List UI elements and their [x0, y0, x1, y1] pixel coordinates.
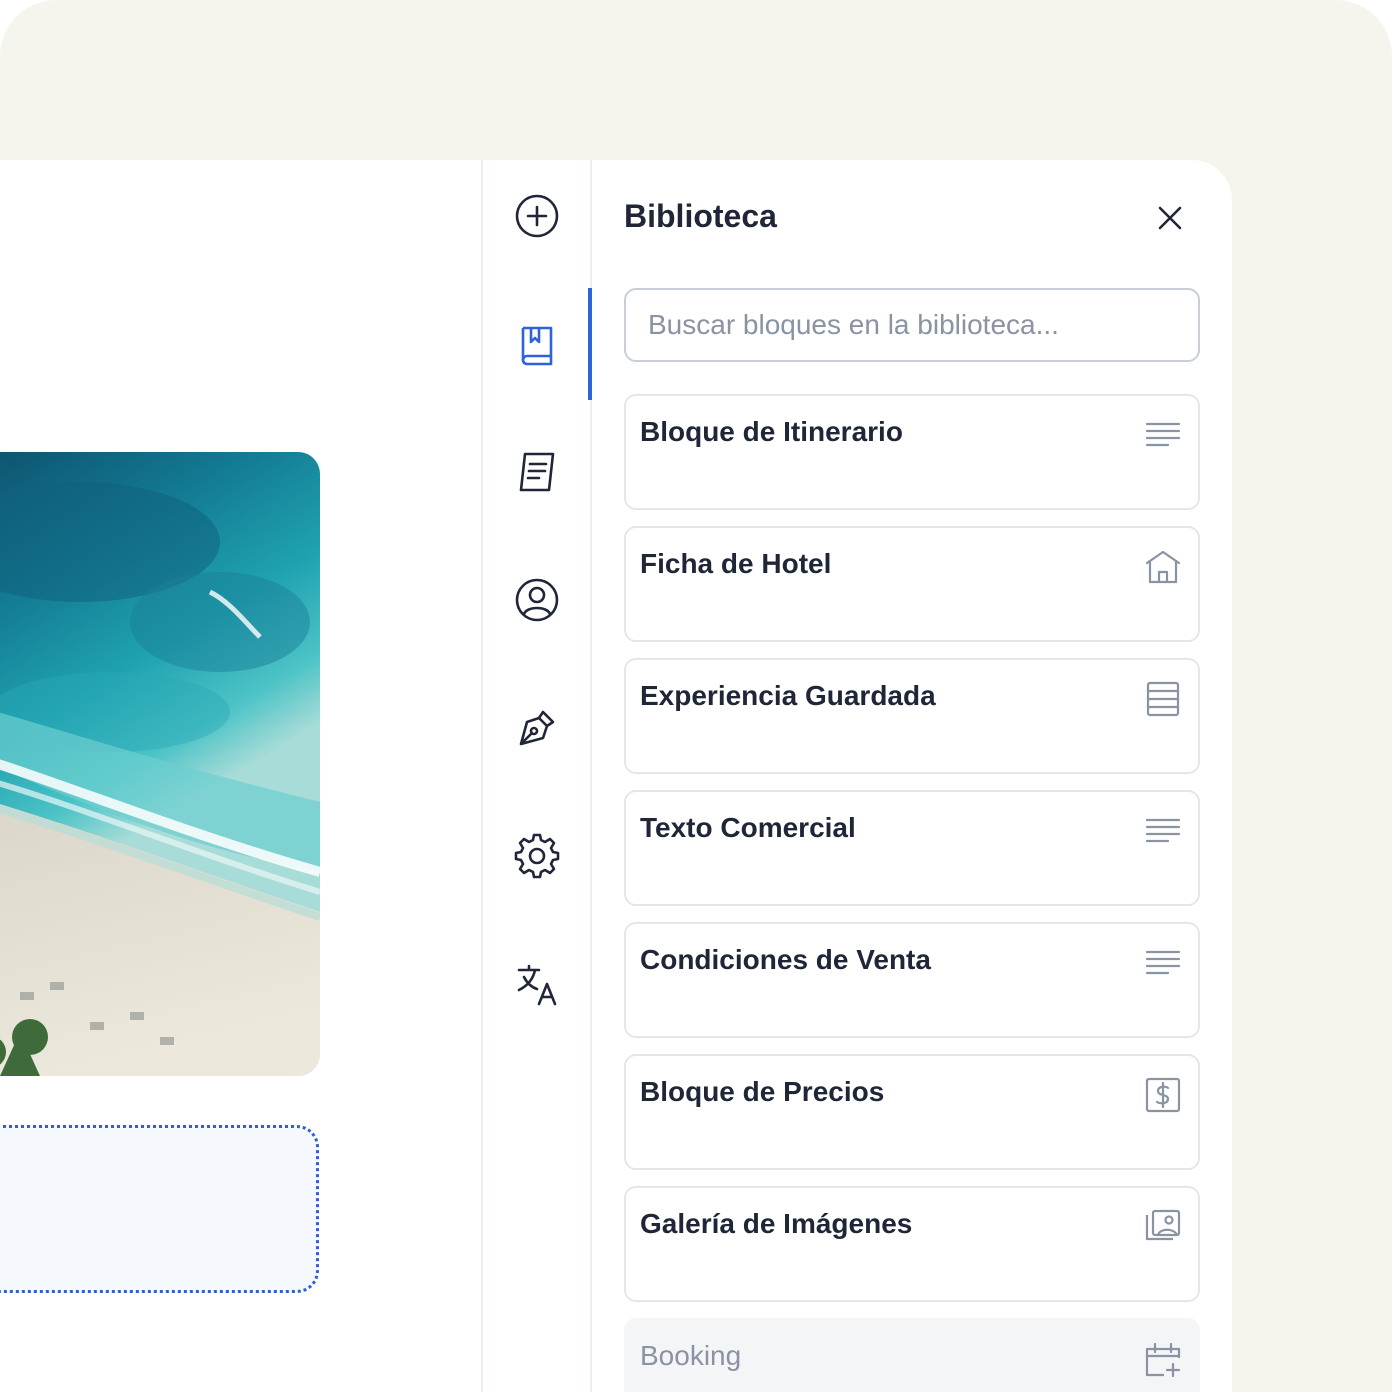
design-button[interactable] [483, 680, 590, 776]
translate-icon [517, 964, 556, 1006]
block-dropzone[interactable] [0, 1125, 319, 1293]
user-circle-icon [515, 578, 558, 622]
add-block-button[interactable] [483, 168, 590, 264]
library-panel: Biblioteca Bloque de Itinerario Ficha de… [592, 160, 1232, 1392]
block-label: Booking [640, 1340, 742, 1371]
list-table-icon [1144, 680, 1182, 718]
library-block-item[interactable]: Ficha de Hotel [624, 526, 1200, 642]
hotel-icon [1144, 548, 1182, 586]
library-block-item[interactable]: Texto Comercial [624, 790, 1200, 906]
price-dollar-icon [1144, 1076, 1182, 1114]
tool-rail [481, 160, 592, 1392]
close-icon [1158, 206, 1182, 230]
image-gallery-icon [1144, 1208, 1182, 1246]
library-block-item-disabled[interactable]: Booking [624, 1318, 1200, 1392]
block-label: Experiencia Guardada [640, 680, 936, 711]
document-icon [519, 452, 554, 492]
gear-icon [514, 833, 559, 879]
beach-image[interactable] [0, 452, 320, 1076]
close-panel-button[interactable] [1150, 198, 1190, 238]
app-window: Biblioteca Bloque de Itinerario Ficha de… [0, 160, 1232, 1392]
pen-nib-icon [519, 710, 554, 746]
library-block-item[interactable]: Condiciones de Venta [624, 922, 1200, 1038]
library-block-item[interactable]: Galería de Imágenes [624, 1186, 1200, 1302]
library-button[interactable] [483, 296, 590, 392]
block-label: Condiciones de Venta [640, 944, 931, 975]
pages-button[interactable] [483, 424, 590, 520]
library-block-item[interactable]: Bloque de Precios [624, 1054, 1200, 1170]
block-label: Bloque de Precios [640, 1076, 885, 1107]
book-icon [521, 326, 552, 366]
text-lines-icon [1144, 944, 1182, 982]
translate-button[interactable] [483, 936, 590, 1032]
plus-circle-icon [515, 194, 558, 238]
profile-button[interactable] [483, 552, 590, 648]
block-label: Galería de Imágenes [640, 1208, 913, 1239]
block-label: Ficha de Hotel [640, 548, 832, 579]
search-input[interactable] [624, 288, 1200, 362]
settings-button[interactable] [483, 808, 590, 904]
calendar-plus-icon [1144, 1340, 1182, 1378]
text-lines-icon [1144, 812, 1182, 850]
library-block-item[interactable]: Bloque de Itinerario [624, 394, 1200, 510]
text-lines-icon [1144, 416, 1182, 454]
panel-title: Biblioteca [624, 198, 777, 234]
editor-canvas [0, 160, 481, 1392]
block-label: Bloque de Itinerario [640, 416, 903, 447]
block-label: Texto Comercial [640, 812, 856, 843]
library-block-item[interactable]: Experiencia Guardada [624, 658, 1200, 774]
